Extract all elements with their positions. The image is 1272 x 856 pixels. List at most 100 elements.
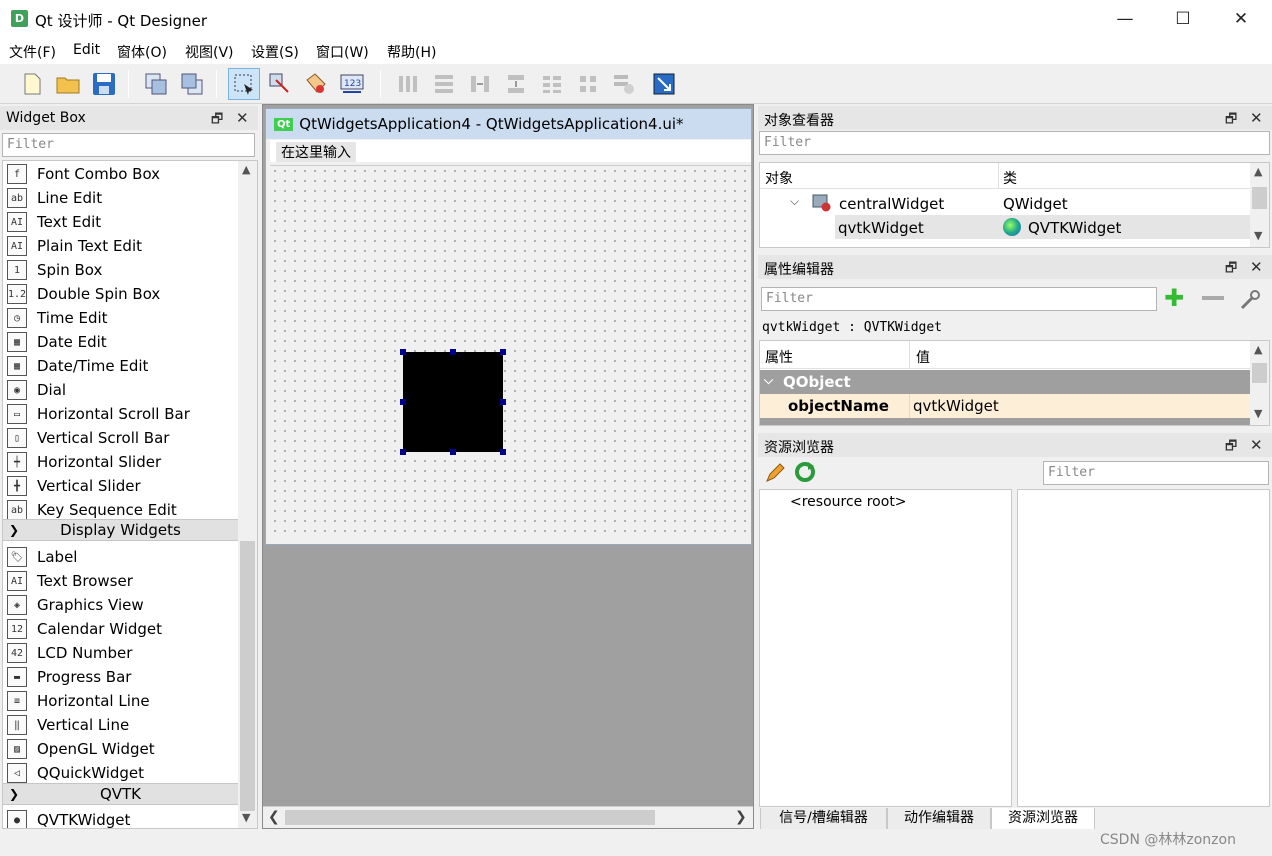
tab-action-editor[interactable]: 动作编辑器 xyxy=(887,808,991,830)
menu-file[interactable]: 文件(F) xyxy=(9,42,56,62)
widget-item[interactable]: ┿ Horizontal Slider xyxy=(7,450,237,474)
scroll-down-arrow-icon[interactable]: ▼ xyxy=(242,811,250,824)
tree-row-selected[interactable]: qvtkWidget QVTKWidget xyxy=(835,215,1250,239)
menu-edit[interactable]: Edit xyxy=(73,42,100,58)
scroll-thumb[interactable] xyxy=(1252,187,1267,209)
chevron-down-icon[interactable]: ⌵ xyxy=(790,194,799,209)
menu-settings[interactable]: 设置(S) xyxy=(251,42,299,62)
resource-root-item[interactable]: <resource root> xyxy=(790,494,907,510)
widget-item[interactable]: ▦ Date Edit xyxy=(7,330,237,354)
chevron-down-icon[interactable]: ⌵ xyxy=(764,373,773,388)
edit-widgets-icon[interactable] xyxy=(228,68,260,100)
float-dock-icon[interactable]: 🗗 xyxy=(211,110,223,132)
adjust-size-icon[interactable] xyxy=(648,68,680,100)
property-group-row[interactable]: ⌵ QObject xyxy=(760,370,1250,394)
property-filter-input[interactable]: Filter xyxy=(761,287,1157,311)
reload-icon[interactable] xyxy=(794,461,816,483)
bring-to-front-icon[interactable] xyxy=(176,68,208,100)
property-table-scrollbar[interactable]: ▲ ▼ xyxy=(1250,341,1269,425)
widget-item[interactable]: ╋ Vertical Slider xyxy=(7,474,237,498)
scroll-thumb[interactable] xyxy=(240,541,255,811)
tab-signal-slot-editor[interactable]: 信号/槽编辑器 xyxy=(760,808,887,830)
scroll-up-arrow-icon[interactable]: ▲ xyxy=(1254,165,1262,178)
configure-wrench-icon[interactable] xyxy=(1238,288,1262,312)
menu-window[interactable]: 窗口(W) xyxy=(316,42,369,62)
menu-view[interactable]: 视图(V) xyxy=(185,42,234,62)
widget-item[interactable]: 🏷 Label xyxy=(7,545,237,569)
close-dock-icon[interactable]: ✕ xyxy=(1250,258,1263,276)
selection-handle[interactable] xyxy=(400,449,406,455)
maximize-button[interactable]: ☐ xyxy=(1154,0,1212,38)
add-dynamic-property-icon[interactable]: ✚ xyxy=(1164,286,1184,310)
send-to-back-icon[interactable] xyxy=(140,68,172,100)
save-icon[interactable] xyxy=(88,68,120,100)
remove-dynamic-property-icon[interactable] xyxy=(1202,296,1224,300)
edit-resources-pencil-icon[interactable] xyxy=(764,462,786,484)
layout-grid-icon[interactable] xyxy=(572,68,604,100)
widget-item[interactable]: AI Text Browser xyxy=(7,569,237,593)
widget-item[interactable]: ◷ Time Edit xyxy=(7,306,237,330)
new-file-icon[interactable] xyxy=(16,68,48,100)
close-button[interactable]: ✕ xyxy=(1212,0,1270,38)
widget-item[interactable]: 42 LCD Number xyxy=(7,641,237,665)
float-dock-icon[interactable]: 🗗 xyxy=(1225,437,1237,459)
widget-item[interactable]: ▯ Vertical Scroll Bar xyxy=(7,426,237,450)
widget-filter-input[interactable]: Filter xyxy=(2,133,255,157)
category-display-widgets[interactable]: ❯ Display Widgets xyxy=(3,519,238,541)
form-canvas[interactable] xyxy=(270,165,751,537)
selection-handle[interactable] xyxy=(450,349,456,355)
scroll-up-arrow-icon[interactable]: ▲ xyxy=(1254,343,1262,356)
selection-handle[interactable] xyxy=(500,349,506,355)
qvtk-widget[interactable] xyxy=(403,352,503,452)
widget-item[interactable]: ● QVTKWidget xyxy=(7,808,237,828)
open-folder-icon[interactable] xyxy=(52,68,84,100)
layout-h-splitter-icon[interactable] xyxy=(464,68,496,100)
property-value[interactable]: qvtkWidget xyxy=(913,397,999,415)
hscroll-thumb[interactable] xyxy=(285,810,655,825)
widget-item[interactable]: f Font Combo Box xyxy=(7,162,237,186)
widget-item[interactable]: 1.2 Double Spin Box xyxy=(7,282,237,306)
form-menu-placeholder[interactable]: 在这里输入 xyxy=(276,142,356,162)
widget-item[interactable]: ▦ Date/Time Edit xyxy=(7,354,237,378)
scroll-down-arrow-icon[interactable]: ▼ xyxy=(1254,407,1262,420)
widget-item[interactable]: ▭ Horizontal Scroll Bar xyxy=(7,402,237,426)
close-dock-icon[interactable]: ✕ xyxy=(236,109,249,127)
form-window[interactable]: Qt QtWidgetsApplication4 - QtWidgetsAppl… xyxy=(265,108,752,545)
widget-item[interactable]: AI Text Edit xyxy=(7,210,237,234)
layout-vertical-icon[interactable] xyxy=(428,68,460,100)
category-qvtk[interactable]: ❯ QVTK xyxy=(3,783,238,805)
selection-handle[interactable] xyxy=(450,449,456,455)
layout-form-icon[interactable] xyxy=(536,68,568,100)
resource-filter-input[interactable]: Filter xyxy=(1043,461,1269,485)
close-dock-icon[interactable]: ✕ xyxy=(1250,109,1263,127)
widget-item[interactable]: ▬ Progress Bar xyxy=(7,665,237,689)
menu-form[interactable]: 窗体(O) xyxy=(117,42,167,62)
layout-v-splitter-icon[interactable] xyxy=(500,68,532,100)
scroll-left-arrow-icon[interactable]: ❮ xyxy=(268,809,280,825)
widget-item[interactable]: AI Plain Text Edit xyxy=(7,234,237,258)
float-dock-icon[interactable]: 🗗 xyxy=(1225,259,1237,281)
property-row[interactable]: objectName qvtkWidget xyxy=(760,394,1250,418)
selection-handle[interactable] xyxy=(400,349,406,355)
widget-item[interactable]: ◁ QQuickWidget xyxy=(7,761,237,785)
widget-item[interactable]: 12 Calendar Widget xyxy=(7,617,237,641)
widget-item[interactable]: ab Line Edit xyxy=(7,186,237,210)
layout-horizontal-icon[interactable] xyxy=(392,68,424,100)
selection-handle[interactable] xyxy=(400,399,406,405)
mdi-hscrollbar[interactable]: ❮ ❯ xyxy=(263,806,753,828)
minimize-button[interactable]: — xyxy=(1096,0,1154,38)
scroll-right-arrow-icon[interactable]: ❯ xyxy=(735,809,747,825)
widget-item[interactable]: ‖ Vertical Line xyxy=(7,713,237,737)
widget-item[interactable]: ◈ Graphics View xyxy=(7,593,237,617)
scroll-down-arrow-icon[interactable]: ▼ xyxy=(1254,229,1262,242)
widget-item[interactable]: ◉ Dial xyxy=(7,378,237,402)
close-dock-icon[interactable]: ✕ xyxy=(1250,436,1263,454)
scroll-up-arrow-icon[interactable]: ▲ xyxy=(242,163,250,176)
edit-tab-order-icon[interactable]: 123 xyxy=(336,68,368,100)
tree-row[interactable]: ⌵ centralWidget QWidget xyxy=(760,191,1250,215)
break-layout-icon[interactable] xyxy=(608,68,640,100)
scroll-thumb[interactable] xyxy=(1252,363,1267,383)
object-tree-scrollbar[interactable]: ▲ ▼ xyxy=(1250,163,1269,247)
float-dock-icon[interactable]: 🗗 xyxy=(1225,110,1237,132)
widget-item[interactable]: ▨ OpenGL Widget xyxy=(7,737,237,761)
